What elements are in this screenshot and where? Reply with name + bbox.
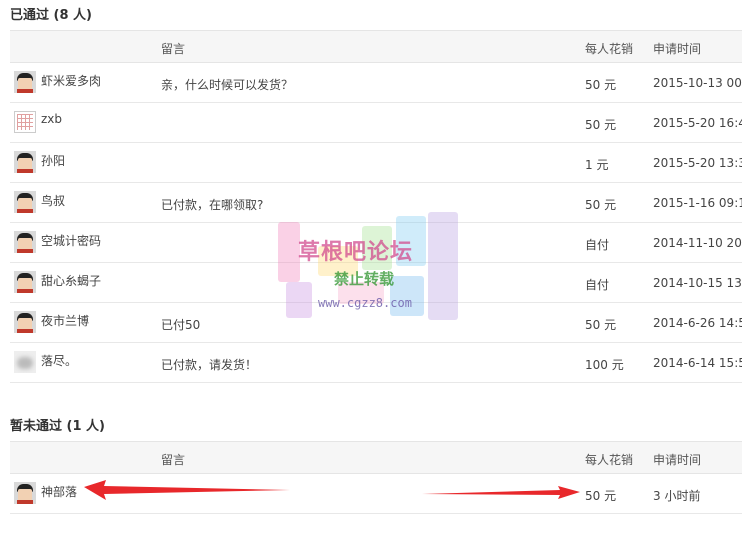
user-name-link[interactable]: 神部落: [41, 483, 77, 500]
table-row: zxb 50 元 2015-5-20 16:48: [10, 103, 742, 143]
apply-time: 3 小时前: [653, 489, 701, 503]
table-row: 虾米爱多肉 亲，什么时候可以发货？ 50 元 2015-10-13 00:0: [10, 63, 742, 103]
table-row: 鸟叔 已付款，在哪领取? 50 元 2015-1-16 09:18: [10, 183, 742, 223]
user-name-link[interactable]: 孙阳: [41, 152, 65, 169]
pending-table: 留言 每人花销 申请时间 神部落 50 元 3 小时前: [10, 441, 742, 514]
cost-value: 100 元: [585, 358, 624, 372]
table-row: 夜市兰博 已付50 50 元 2014-6-26 14:58: [10, 303, 742, 343]
user-avatar[interactable]: [14, 151, 36, 173]
user-name-link[interactable]: 夜市兰博: [41, 312, 89, 329]
approved-table-header: 留言 每人花销 申请时间: [10, 30, 742, 63]
cost-value: 50 元: [585, 198, 617, 212]
approved-section-title: 已通过 (8 人): [10, 8, 92, 23]
message-text: 已付款，在哪领取?: [161, 198, 264, 212]
approved-table: 留言 每人花销 申请时间 虾米爱多肉 亲，什么时候可以发货？ 50 元 2015…: [10, 30, 742, 383]
message-text: 已付50: [161, 318, 201, 332]
header-time: 申请时间: [653, 453, 702, 467]
user-avatar[interactable]: [14, 311, 36, 333]
user-avatar[interactable]: [14, 271, 36, 293]
cost-value: 50 元: [585, 318, 617, 332]
message-text: 亲，什么时候可以发货？: [161, 78, 294, 92]
user-name-link[interactable]: 鸟叔: [41, 192, 65, 209]
header-message: 留言: [161, 453, 186, 467]
header-cost: 每人花销: [585, 42, 634, 56]
apply-time: 2014-6-14 15:59: [653, 356, 742, 370]
cost-value: 自付: [585, 278, 610, 292]
cost-value: 1 元: [585, 158, 609, 172]
apply-time: 2014-11-10 20:5: [653, 236, 742, 250]
cost-value: 50 元: [585, 78, 617, 92]
table-row: 神部落 50 元 3 小时前: [10, 474, 742, 514]
table-row: 孙阳 1 元 2015-5-20 13:38: [10, 143, 742, 183]
user-avatar[interactable]: [14, 191, 36, 213]
apply-time: 2014-6-26 14:58: [653, 316, 742, 330]
cost-value: 50 元: [585, 489, 617, 503]
header-time: 申请时间: [653, 42, 702, 56]
user-avatar[interactable]: [14, 231, 36, 253]
table-row: 落尽。 已付款，请发货！ 100 元 2014-6-14 15:59: [10, 343, 742, 383]
user-avatar[interactable]: [14, 351, 36, 373]
header-cost: 每人花销: [585, 453, 634, 467]
user-avatar[interactable]: [14, 71, 36, 93]
apply-time: 2015-10-13 00:0: [653, 76, 742, 90]
header-message: 留言: [161, 42, 186, 56]
pending-section-title: 暂未通过 (1 人): [10, 419, 105, 434]
apply-time: 2015-5-20 13:38: [653, 156, 742, 170]
apply-time: 2015-5-20 16:48: [653, 116, 742, 130]
table-row: 空城计密码 自付 2014-11-10 20:5: [10, 223, 742, 263]
user-avatar[interactable]: [14, 482, 36, 504]
user-avatar[interactable]: [14, 111, 36, 133]
cost-value: 自付: [585, 238, 610, 252]
user-name-link[interactable]: 空城计密码: [41, 232, 101, 249]
pending-table-header: 留言 每人花销 申请时间: [10, 441, 742, 474]
user-name-link[interactable]: 落尽。: [41, 352, 77, 369]
cost-value: 50 元: [585, 118, 617, 132]
user-name-link[interactable]: 甜心糸蝎子: [41, 272, 101, 289]
apply-time: 2015-1-16 09:18: [653, 196, 742, 210]
table-row: 甜心糸蝎子 自付 2014-10-15 13:3: [10, 263, 742, 303]
user-name-link[interactable]: 虾米爱多肉: [41, 72, 101, 89]
message-text: 已付款，请发货！: [161, 358, 258, 372]
user-name-link[interactable]: zxb: [41, 112, 62, 126]
apply-time: 2014-10-15 13:3: [653, 276, 742, 290]
